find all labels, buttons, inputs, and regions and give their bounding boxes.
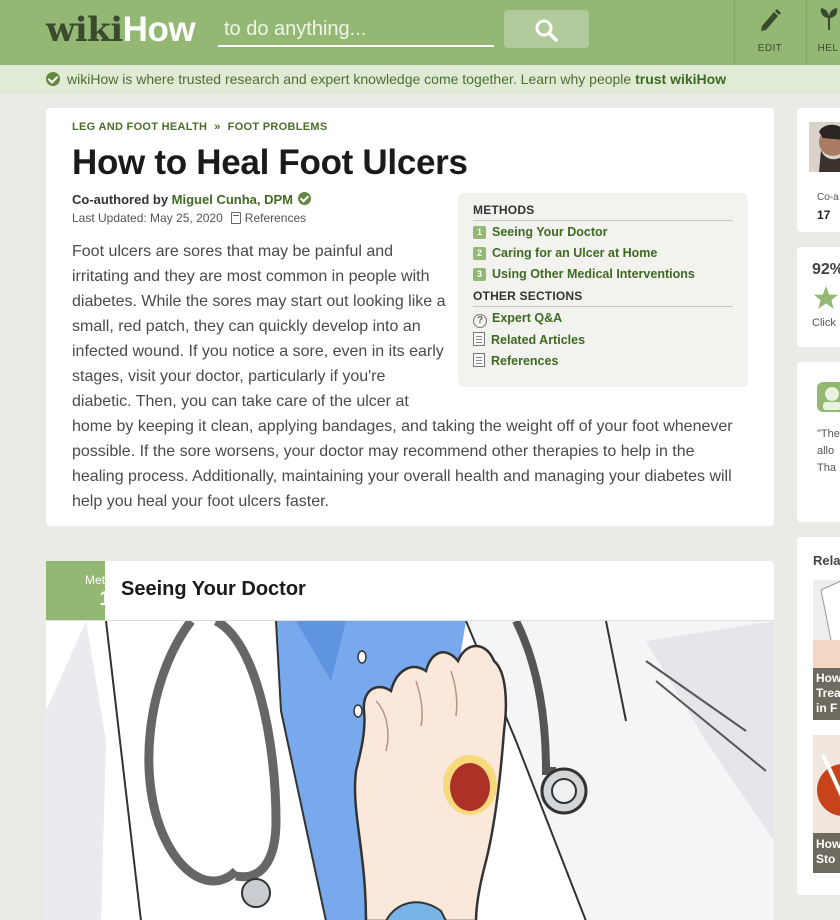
search-input[interactable] xyxy=(218,13,494,47)
breadcrumb-item-leg-foot-health[interactable]: LEG AND FOOT HEALTH xyxy=(72,121,207,133)
page-icon xyxy=(473,353,485,367)
intro-line: home by keeping it clean, applying banda… xyxy=(72,418,733,435)
toc-method-label: Caring for an Ulcer at Home xyxy=(492,246,658,260)
related-article-thumbnail xyxy=(813,735,840,835)
edit-button[interactable]: EDIT xyxy=(734,0,806,65)
toc-method-3[interactable]: 3 Using Other Medical Interventions xyxy=(473,267,695,281)
toc-other-label: References xyxy=(491,354,559,368)
method-badge: Method 1 xyxy=(46,561,125,620)
rating-click-label[interactable]: Click xyxy=(812,317,836,329)
intro-line: possible. If the sore worsens, your doct… xyxy=(72,443,695,460)
breadcrumb-item-foot-problems[interactable]: FOOT PROBLEMS xyxy=(228,121,328,133)
related-article-thumbnail xyxy=(813,580,840,670)
logo-how-text: How xyxy=(122,10,196,49)
toc-expert-qa[interactable]: ? Expert Q&A xyxy=(473,311,562,328)
related-title-line: Sto xyxy=(816,852,836,866)
author-link[interactable]: Miguel Cunha, DPM xyxy=(172,192,293,207)
toc-references[interactable]: References xyxy=(473,353,558,368)
help-label: HEL xyxy=(817,43,839,54)
question-icon: ? xyxy=(473,314,487,328)
related-articles-card: Rela How Trea in F How Sto xyxy=(797,537,840,895)
logo-wiki-text: wiki xyxy=(46,10,123,50)
related-article-1[interactable]: How Trea in F xyxy=(813,580,840,720)
breadcrumb-separator: » xyxy=(214,121,221,133)
method-number-badge: 1 xyxy=(473,226,486,239)
references-link[interactable]: References xyxy=(245,211,306,225)
toc-method-label: Seeing Your Doctor xyxy=(492,225,608,239)
related-article-2[interactable]: How Sto xyxy=(813,735,840,880)
page-icon xyxy=(473,332,485,346)
related-heading: Rela xyxy=(813,553,840,568)
leaf-icon xyxy=(820,8,838,30)
reader-avatar-icon xyxy=(817,382,840,412)
expert-count: 17 xyxy=(817,208,831,222)
toc-method-label: Using Other Medical Interventions xyxy=(492,267,695,281)
expert-card: Co-a 17 xyxy=(797,108,840,232)
page-title: How to Heal Foot Ulcers xyxy=(72,143,468,182)
top-header: wikiHow EDIT HEL xyxy=(0,0,840,65)
toc-other-label: Expert Q&A xyxy=(492,311,563,325)
verified-icon xyxy=(298,192,312,205)
related-title-line: How xyxy=(816,671,840,685)
intro-line: help you heal your foot ulcers faster. xyxy=(72,493,330,510)
toc-related-articles[interactable]: Related Articles xyxy=(473,332,585,347)
wikihow-logo[interactable]: wikiHow xyxy=(46,10,196,50)
rating-card: 92% Click xyxy=(797,247,840,347)
references-icon xyxy=(230,212,241,224)
related-title-line: Trea xyxy=(816,686,840,700)
intro-line: healing process. Additionally, maintaini… xyxy=(72,468,732,485)
toc-method-2[interactable]: 2 Caring for an Ulcer at Home xyxy=(473,246,657,260)
toc-divider xyxy=(473,306,733,307)
toc-other-label: Related Articles xyxy=(491,333,586,347)
search-icon xyxy=(535,19,558,42)
pencil-icon xyxy=(761,9,781,31)
coauthor-prefix: Co-authored by xyxy=(72,192,172,207)
table-of-contents: METHODS 1 Seeing Your Doctor 2 Caring for … xyxy=(458,193,748,387)
trust-text-main: wikiHow is where trusted research and ex… xyxy=(67,71,636,87)
expert-avatar[interactable] xyxy=(809,122,840,172)
check-badge-icon xyxy=(46,72,60,86)
method-number-badge: 2 xyxy=(473,247,486,260)
method-number-badge: 3 xyxy=(473,268,486,281)
toc-divider xyxy=(473,220,733,221)
reader-quote-card: "The allo Tha xyxy=(797,362,840,522)
quote-line: "The xyxy=(817,428,840,440)
quote-line: allo xyxy=(817,445,835,457)
trust-banner: wikiHow is where trusted research and ex… xyxy=(0,65,840,94)
last-updated-text: Last Updated: May 25, 2020 xyxy=(72,211,223,225)
toc-other-heading: OTHER SECTIONS xyxy=(473,289,583,303)
last-updated: Last Updated: May 25, 2020 References xyxy=(72,211,306,225)
related-title-line: in F xyxy=(816,701,838,715)
help-button[interactable]: HEL xyxy=(806,0,840,65)
toc-method-1[interactable]: 1 Seeing Your Doctor xyxy=(473,225,608,239)
rating-percent: 92% xyxy=(812,261,840,278)
trust-text: wikiHow is where trusted research and ex… xyxy=(67,71,726,87)
related-title-line: How xyxy=(816,837,840,851)
coauthor-line: Co-authored by Miguel Cunha, DPM xyxy=(72,192,312,207)
trust-link[interactable]: trust wikiHow xyxy=(635,71,726,87)
method-title: Seeing Your Doctor xyxy=(121,578,306,600)
star-icon[interactable] xyxy=(813,285,839,311)
toc-methods-heading: METHODS xyxy=(473,203,535,217)
step-illustration[interactable] xyxy=(46,620,774,920)
breadcrumb: LEG AND FOOT HEALTH » FOOT PROBLEMS xyxy=(72,121,328,133)
doctor-foot-illustration xyxy=(46,621,774,920)
expert-coauthor-label: Co-a xyxy=(817,192,839,203)
search-button[interactable] xyxy=(504,10,589,48)
intro-line: diabetic. Then, you can take care of the… xyxy=(72,393,409,410)
quote-line: Tha xyxy=(817,462,836,474)
